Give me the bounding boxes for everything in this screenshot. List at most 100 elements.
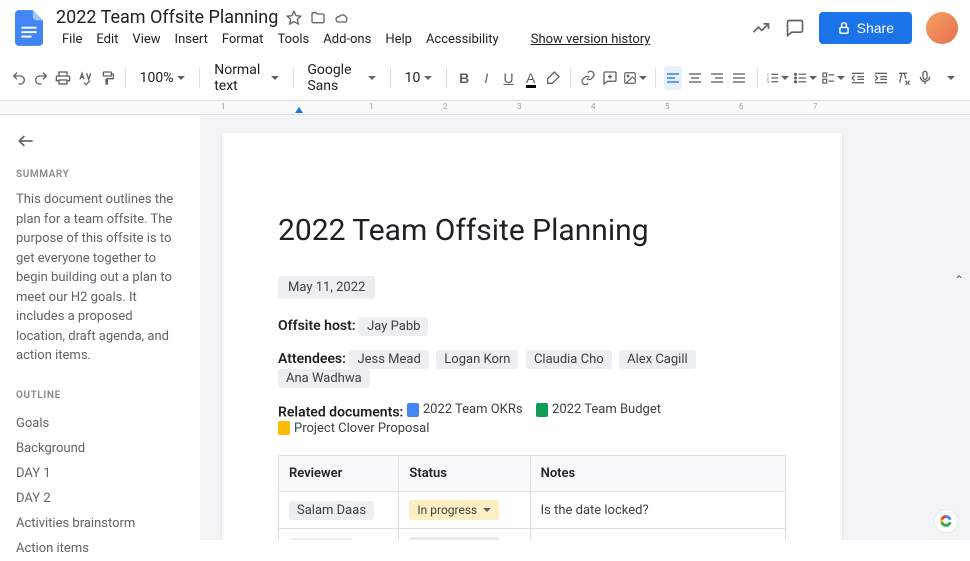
slides-file-icon <box>278 421 290 435</box>
docs-logo-icon[interactable] <box>12 6 46 50</box>
version-history-link[interactable]: Show version history <box>531 32 651 47</box>
align-right-button[interactable] <box>708 66 726 90</box>
menu-insert[interactable]: Insert <box>169 30 214 49</box>
share-label: Share <box>857 20 894 36</box>
menu-format[interactable]: Format <box>216 30 270 49</box>
menu-addons[interactable]: Add-ons <box>317 30 377 49</box>
person-chip[interactable]: Alex Cagill <box>619 350 696 369</box>
spellcheck-button[interactable] <box>77 66 95 90</box>
person-chip[interactable]: Salam Daas <box>289 501 374 520</box>
status-chip[interactable]: Not started <box>409 537 499 540</box>
menu-tools[interactable]: Tools <box>271 30 315 49</box>
clear-formatting-button[interactable] <box>894 66 912 90</box>
date-chip[interactable]: May 11, 2022 <box>278 276 375 299</box>
document-title[interactable]: 2022 Team Offsite Planning <box>56 7 278 28</box>
outline-item[interactable]: Background <box>16 436 184 461</box>
move-folder-icon[interactable] <box>310 10 326 26</box>
underline-button[interactable]: U <box>499 66 517 90</box>
related-label: Related documents: <box>278 405 403 421</box>
bold-button[interactable]: B <box>455 66 473 90</box>
summary-text: This document outlines the plan for a te… <box>16 190 184 366</box>
related-doc-chip[interactable]: 2022 Team Budget <box>536 402 661 417</box>
col-status: Status <box>399 456 530 492</box>
activity-icon[interactable] <box>751 18 771 38</box>
ruler[interactable]: 1 1 2 3 4 5 6 7 <box>0 101 970 115</box>
header: 2022 Team Offsite Planning File Edit Vie… <box>0 0 970 56</box>
collapse-toolbar-icon[interactable]: ⌃ <box>954 273 964 287</box>
notes-cell: Is the date locked? <box>530 492 785 529</box>
menu-accessibility[interactable]: Accessibility <box>420 30 505 49</box>
table-row: Salam Daas In progress Is the date locke… <box>279 492 786 529</box>
person-chip[interactable]: Ana Wadhwa <box>278 369 370 388</box>
person-chip[interactable]: Jess Mead <box>349 350 428 369</box>
title-area: 2022 Team Offsite Planning File Edit Vie… <box>56 7 741 49</box>
col-reviewer: Reviewer <box>279 456 399 492</box>
outline-sidebar: SUMMARY This document outlines the plan … <box>0 115 200 540</box>
add-comment-button[interactable] <box>601 66 619 90</box>
related-doc-chip[interactable]: Project Clover Proposal <box>278 421 429 436</box>
print-button[interactable] <box>54 66 72 90</box>
comments-icon[interactable] <box>785 18 805 38</box>
table-row: Kit Trant Not started Will review next w… <box>279 529 786 541</box>
document-page[interactable]: 2022 Team Offsite Planning May 11, 2022 … <box>222 133 842 540</box>
font-size-dropdown[interactable]: 10 <box>399 68 439 88</box>
star-icon[interactable] <box>286 10 302 26</box>
decrease-indent-button[interactable] <box>849 66 867 90</box>
image-button[interactable] <box>623 66 647 90</box>
svg-text:3: 3 <box>767 80 769 84</box>
outline-item[interactable]: DAY 1 <box>16 461 184 486</box>
menu-bar: File Edit View Insert Format Tools Add-o… <box>56 30 741 49</box>
summary-heading: SUMMARY <box>16 169 184 180</box>
align-center-button[interactable] <box>686 66 704 90</box>
voice-typing-button[interactable] <box>916 66 934 90</box>
host-label: Offsite host: <box>278 318 356 334</box>
text-color-button[interactable]: A <box>522 66 540 90</box>
highlight-button[interactable] <box>544 66 562 90</box>
link-button[interactable] <box>579 66 597 90</box>
main-content: SUMMARY This document outlines the plan … <box>0 115 970 540</box>
share-button[interactable]: Share <box>819 12 912 44</box>
outline-item[interactable]: Activities brainstorm <box>16 511 184 536</box>
bulleted-list-button[interactable] <box>793 66 817 90</box>
table-header-row: Reviewer Status Notes <box>279 456 786 492</box>
increase-indent-button[interactable] <box>871 66 889 90</box>
person-chip[interactable]: Claudia Cho <box>526 350 612 369</box>
paint-format-button[interactable] <box>99 66 117 90</box>
checklist-button[interactable] <box>821 66 845 90</box>
doc-heading: 2022 Team Offsite Planning <box>278 213 786 248</box>
menu-view[interactable]: View <box>126 30 166 49</box>
person-chip[interactable]: Kit Trant <box>289 538 353 541</box>
document-canvas[interactable]: 2022 Team Offsite Planning May 11, 2022 … <box>200 115 970 540</box>
outline-item[interactable]: DAY 2 <box>16 486 184 511</box>
cloud-status-icon[interactable] <box>334 10 350 26</box>
attendees-label: Attendees: <box>278 351 346 367</box>
outline-heading: OUTLINE <box>16 390 184 401</box>
align-justify-button[interactable] <box>730 66 748 90</box>
font-dropdown[interactable]: Google Sans <box>301 60 382 96</box>
italic-button[interactable]: I <box>477 66 495 90</box>
redo-button[interactable] <box>32 66 50 90</box>
docs-file-icon <box>407 403 419 417</box>
zoom-dropdown[interactable]: 100% <box>134 68 192 88</box>
outline-item[interactable]: Goals <box>16 411 184 436</box>
align-left-button[interactable] <box>664 66 682 90</box>
menu-help[interactable]: Help <box>379 30 418 49</box>
related-doc-chip[interactable]: 2022 Team OKRs <box>407 402 523 417</box>
style-dropdown[interactable]: Normal text <box>208 60 284 96</box>
outline-list: Goals Background DAY 1 DAY 2 Activities … <box>16 411 184 561</box>
person-chip[interactable]: Logan Korn <box>436 350 518 369</box>
back-arrow-icon[interactable] <box>16 129 40 153</box>
sheets-file-icon <box>536 403 548 417</box>
person-chip[interactable]: Jay Pabb <box>359 317 428 336</box>
status-chip[interactable]: In progress <box>409 500 499 520</box>
toolbar: 100% Normal text Google Sans 10 B I U A … <box>0 56 970 101</box>
numbered-list-button[interactable]: 123 <box>765 66 789 90</box>
explore-icon[interactable] <box>932 507 960 535</box>
user-avatar[interactable] <box>926 12 958 44</box>
outline-item[interactable]: Action items <box>16 536 184 561</box>
editing-mode-dropdown[interactable] <box>942 66 960 90</box>
menu-edit[interactable]: Edit <box>90 30 124 49</box>
undo-button[interactable] <box>10 66 28 90</box>
header-actions: Share <box>751 12 958 44</box>
menu-file[interactable]: File <box>56 30 88 49</box>
